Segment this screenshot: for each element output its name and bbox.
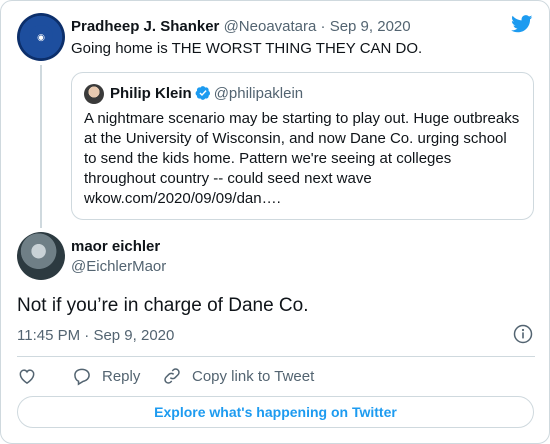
tweet-time: 11:45 PM: [17, 327, 81, 344]
twitter-bird-icon[interactable]: [511, 15, 533, 33]
quoted-link[interactable]: wkow.com/2020/09/09/dan….: [84, 189, 524, 209]
info-icon[interactable]: [513, 324, 533, 344]
original-tweet-header: Pradheep J. Shanker @Neoavatara · Sep 9,…: [71, 17, 411, 37]
author-handle[interactable]: @Neoavatara: [224, 18, 317, 35]
verified-badge-icon: [195, 86, 210, 100]
tweet-date: Sep 9, 2020: [93, 327, 175, 344]
reply-author: maor eichler @EichlerMaor: [71, 237, 166, 277]
original-tweet-text: Going home is THE WORST THING THEY CAN D…: [71, 40, 423, 57]
quoted-tweet-text: A nightmare scenario may be starting to …: [84, 109, 524, 209]
separator-dot: ·: [316, 18, 330, 35]
avatar[interactable]: ◉: [17, 13, 65, 61]
quoted-author-handle: @philipaklein: [213, 85, 304, 102]
reply-button[interactable]: Reply: [72, 364, 140, 388]
quoted-tweet-header: Philip Klein @philipaklein: [110, 84, 303, 104]
avatar[interactable]: [17, 232, 65, 280]
quoted-text-line: to send the kids home. Pattern we're see…: [84, 150, 452, 167]
reply-tweet-text: Not if you’re in charge of Dane Co.: [17, 295, 309, 316]
tweet-timestamp[interactable]: 11:45 PM · Sep 9, 2020: [17, 326, 174, 346]
tweet-date[interactable]: Sep 9, 2020: [330, 18, 411, 35]
heart-icon: [19, 369, 35, 384]
quoted-text-line: throughout country -- could seed next wa…: [84, 170, 372, 187]
copy-link-button[interactable]: Copy link to Tweet: [162, 364, 314, 388]
quoted-text-line: A nightmare scenario may be starting to …: [84, 110, 520, 127]
link-icon: [164, 368, 180, 384]
reply-label: Reply: [102, 367, 141, 385]
logo-avatar-icon: ◉: [29, 25, 53, 49]
reply-icon: [74, 368, 90, 386]
quoted-author-avatar: [84, 84, 104, 104]
author-name[interactable]: Pradheep J. Shanker: [71, 18, 219, 35]
quoted-tweet[interactable]: Philip Klein @philipaklein A nightmare s…: [71, 72, 534, 220]
quoted-text-line: at the University of Wisconsin, and now …: [84, 130, 507, 147]
separator-dot: ·: [80, 327, 94, 344]
divider: [17, 356, 535, 357]
quoted-author-name: Philip Klein: [110, 85, 192, 102]
author-handle[interactable]: @EichlerMaor: [71, 257, 166, 277]
tweet-embed-card: ◉ Pradheep J. Shanker @Neoavatara · Sep …: [0, 0, 550, 444]
like-button[interactable]: [17, 364, 47, 388]
thread-connector-line: [40, 65, 42, 228]
author-name[interactable]: maor eichler: [71, 237, 166, 257]
explore-twitter-button[interactable]: Explore what's happening on Twitter: [17, 396, 534, 428]
copy-link-label: Copy link to Tweet: [192, 367, 315, 385]
